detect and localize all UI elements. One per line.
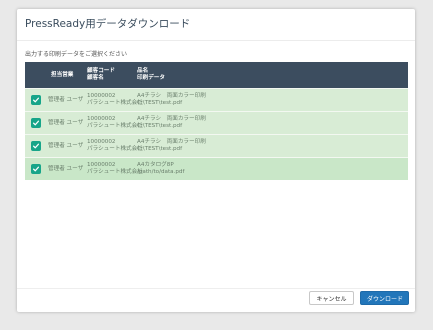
- cell-product-name: A4カタログ8P: [137, 161, 174, 168]
- header-customer-code: 顧客コード: [87, 67, 115, 74]
- cell-product: A4チラシ 両面カラー印刷 C:\TEST\test.pdf: [137, 116, 206, 130]
- cell-customer-code: 10000002: [87, 115, 116, 122]
- header-customer-name: 顧客名: [87, 74, 104, 81]
- table-row[interactable]: 管理者 ユーザ 10000002 パラシュート株式会社 A4チラシ 両面カラー印…: [25, 111, 408, 134]
- cell-customer-name: パラシュート株式会社: [87, 99, 143, 106]
- row-checkbox[interactable]: [31, 141, 41, 151]
- header-product: 品名: [137, 67, 149, 74]
- cell-customer: 10000002 パラシュート株式会社: [87, 93, 143, 107]
- title-divider: [17, 40, 415, 41]
- dialog-title: PressReady用データダウンロード: [25, 18, 191, 30]
- checkmark-icon: [32, 120, 40, 126]
- cell-print-data: /path/to/data.pdf: [137, 168, 185, 175]
- cell-product-name: A4チラシ 両面カラー印刷: [137, 92, 206, 99]
- cell-print-data: C:\TEST\test.pdf: [137, 145, 183, 152]
- header-staff: 担当営業: [51, 71, 74, 78]
- cell-customer: 10000002 パラシュート株式会社: [87, 139, 143, 153]
- instruction-text: 出力する印刷データをご選択ください: [25, 51, 128, 58]
- cell-customer: 10000002 パラシュート株式会社: [87, 116, 143, 130]
- cell-staff: 管理者 ユーザ: [48, 96, 84, 103]
- row-checkbox[interactable]: [31, 164, 41, 174]
- cell-staff: 管理者 ユーザ: [48, 119, 84, 126]
- cell-product: A4カタログ8P /path/to/data.pdf: [137, 162, 184, 176]
- cell-customer-name: パラシュート株式会社: [87, 145, 143, 152]
- cell-product-name: A4チラシ 両面カラー印刷: [137, 138, 206, 145]
- cell-staff: 管理者 ユーザ: [48, 142, 84, 149]
- cell-product-name: A4チラシ 両面カラー印刷: [137, 115, 206, 122]
- cell-product: A4チラシ 両面カラー印刷 C:\TEST\test.pdf: [137, 93, 206, 107]
- table-row[interactable]: 管理者 ユーザ 10000002 パラシュート株式会社 A4チラシ 両面カラー印…: [25, 88, 408, 111]
- cell-customer-code: 10000002: [87, 161, 116, 168]
- cell-print-data: C:\TEST\test.pdf: [137, 99, 183, 106]
- cell-customer: 10000002 パラシュート株式会社: [87, 162, 143, 176]
- checkmark-icon: [32, 97, 40, 103]
- header-print-data: 印刷データ: [137, 74, 165, 81]
- cell-print-data: C:\TEST\test.pdf: [137, 122, 183, 129]
- footer-divider: [17, 288, 415, 289]
- checkmark-icon: [32, 143, 40, 149]
- download-button[interactable]: ダウンロード: [360, 291, 409, 305]
- cancel-button[interactable]: キャンセル: [309, 291, 354, 305]
- cell-customer-name: パラシュート株式会社: [87, 168, 143, 175]
- cell-customer-name: パラシュート株式会社: [87, 122, 143, 129]
- cell-customer-code: 10000002: [87, 138, 116, 145]
- print-data-table: 担当営業 顧客コード 顧客名 品名 印刷データ 管理者 ユーザ 10000002…: [25, 62, 408, 180]
- table-row[interactable]: 管理者 ユーザ 10000002 パラシュート株式会社 A4チラシ 両面カラー印…: [25, 134, 408, 157]
- checkmark-icon: [32, 166, 40, 172]
- cell-product: A4チラシ 両面カラー印刷 C:\TEST\test.pdf: [137, 139, 206, 153]
- download-dialog: PressReady用データダウンロード 出力する印刷データをご選択ください 担…: [17, 9, 415, 312]
- row-checkbox[interactable]: [31, 95, 41, 105]
- table-header: 担当営業 顧客コード 顧客名 品名 印刷データ: [25, 62, 408, 88]
- cell-staff: 管理者 ユーザ: [48, 165, 84, 172]
- table-row[interactable]: 管理者 ユーザ 10000002 パラシュート株式会社 A4カタログ8P /pa…: [25, 157, 408, 180]
- row-checkbox[interactable]: [31, 118, 41, 128]
- cell-customer-code: 10000002: [87, 92, 116, 99]
